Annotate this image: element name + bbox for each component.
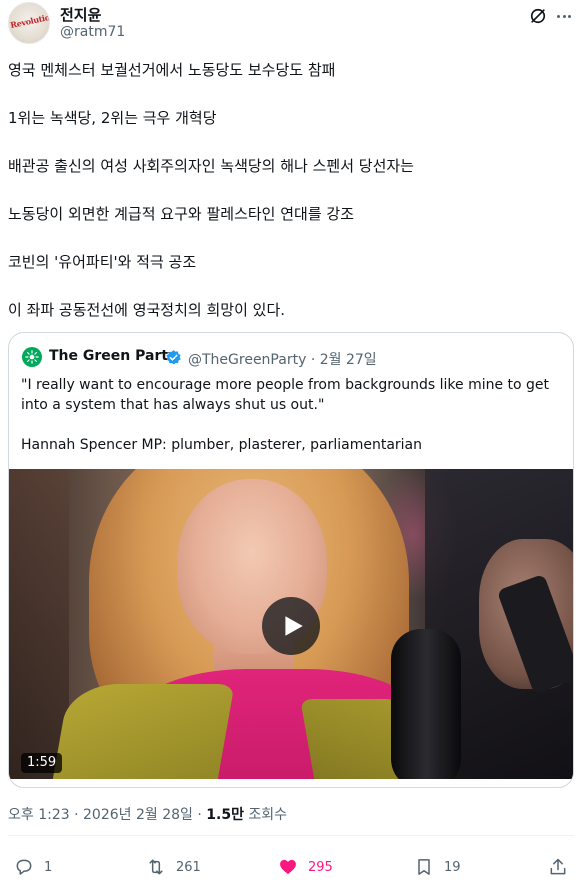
bookmark-count: 19 xyxy=(444,859,461,875)
reply-button[interactable]: 1 xyxy=(14,854,52,880)
share-icon xyxy=(550,858,566,875)
like-button[interactable]: 295 xyxy=(278,854,333,880)
video-duration: 1:59 xyxy=(21,753,63,773)
retweet-count: 261 xyxy=(176,859,201,875)
like-count: 295 xyxy=(308,859,333,875)
grok-icon[interactable] xyxy=(528,6,548,26)
quoted-handle-line: @TheGreenParty · 2월 27일 xyxy=(188,349,377,369)
reply-icon xyxy=(16,859,32,875)
tweet-date[interactable]: 2026년 2월 28일 xyxy=(83,807,193,823)
bookmark-button[interactable]: 19 xyxy=(414,854,461,880)
action-bar: 1 261 295 19 xyxy=(8,854,574,880)
green-party-avatar[interactable] xyxy=(22,347,42,367)
tweet-paragraph: 이 좌파 공동전선에 영국정치의 희망이 있다. xyxy=(8,301,286,319)
retweet-button[interactable]: 261 xyxy=(146,854,201,880)
heart-icon xyxy=(280,859,296,875)
quoted-date[interactable]: 2월 27일 xyxy=(320,352,377,368)
share-button[interactable] xyxy=(548,854,568,880)
tweet-paragraph: 1위는 녹색당, 2위는 극우 개혁당 xyxy=(8,109,217,127)
quoted-author-handle[interactable]: @TheGreenParty xyxy=(188,352,306,368)
video-player[interactable]: 1:59 xyxy=(9,469,573,779)
tweet-time[interactable]: 오후 1:23 xyxy=(8,807,70,823)
tweet-meta: 오후 1:23 · 2026년 2월 28일 · 1.5만 조회수 xyxy=(8,804,287,824)
video-vest-left xyxy=(48,684,235,779)
avatar-logo-text: Revolution xyxy=(9,10,50,31)
bookmark-icon xyxy=(418,859,430,875)
tweet-body: 영국 멘체스터 보궐선거에서 노동당도 보수당도 참패 1위는 녹색당, 2위는… xyxy=(8,60,568,348)
quoted-text: "I really want to encourage more people … xyxy=(21,377,550,413)
reply-count: 1 xyxy=(44,859,53,875)
quoted-caption: Hannah Spencer MP: plumber, plasterer, p… xyxy=(21,437,423,453)
tweet-paragraph: 노동당이 외면한 계급적 요구와 팔레스타인 연대를 강조 xyxy=(8,205,355,223)
divider xyxy=(8,835,574,836)
author-display-name[interactable]: 전지윤 xyxy=(60,4,101,25)
tweet-paragraph: 배관공 출신의 여성 사회주의자인 녹색당의 해나 스펜서 당선자는 xyxy=(8,157,414,175)
tweet-paragraph: 영국 멘체스터 보궐선거에서 노동당도 보수당도 참패 xyxy=(8,61,336,79)
quoted-body: "I really want to encourage more people … xyxy=(21,375,565,475)
dot-separator: · xyxy=(310,352,316,368)
author-handle[interactable]: @ratm71 xyxy=(60,24,125,40)
dot-separator: · xyxy=(74,807,79,823)
verified-icon xyxy=(166,350,181,365)
play-icon xyxy=(285,616,303,636)
view-label: 조회수 xyxy=(248,807,288,823)
quoted-author-name[interactable]: The Green Party xyxy=(49,348,177,364)
view-count: 1.5만 xyxy=(206,807,244,823)
author-avatar[interactable]: Revolution xyxy=(8,2,50,44)
video-microphone xyxy=(391,629,461,779)
green-party-logo-icon xyxy=(25,350,39,364)
dot-separator: · xyxy=(197,807,202,823)
retweet-icon xyxy=(149,859,163,875)
more-icon[interactable] xyxy=(554,6,574,26)
tweet-header: Revolution 전지윤 @ratm71 xyxy=(8,2,574,44)
play-button[interactable] xyxy=(262,597,320,655)
tweet-paragraph: 코빈의 '유어파티'와 적극 공조 xyxy=(8,253,197,271)
quoted-tweet[interactable]: The Green Party @TheGreenParty · 2월 27일 … xyxy=(8,332,574,788)
